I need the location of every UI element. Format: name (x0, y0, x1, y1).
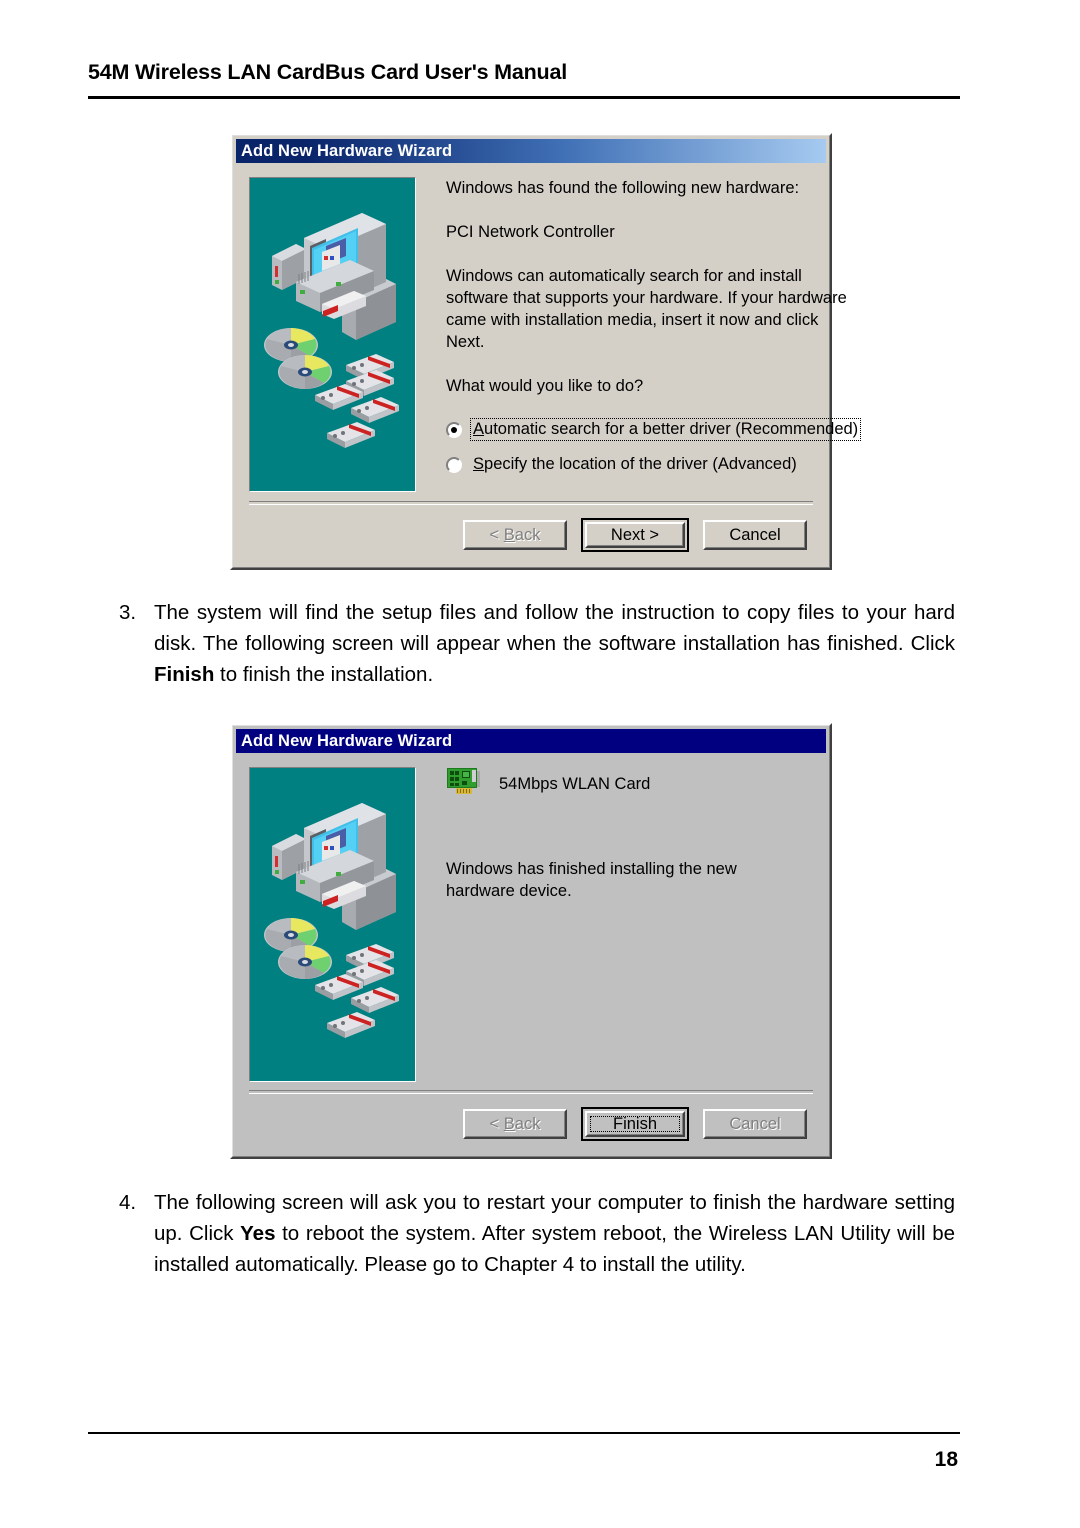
step-4-number: 4. (119, 1191, 137, 1214)
back-rest: ack (514, 525, 541, 544)
radio-specify-location-label: Specify the location of the driver (Adva… (471, 454, 799, 475)
step-3-number: 3. (119, 601, 137, 624)
dialog-1-titlebar[interactable]: Add New Hardware Wizard (236, 139, 826, 163)
accel-char: S (473, 455, 485, 473)
dialog-inner-frame: Add New Hardware Wizard (232, 725, 830, 1157)
add-new-hardware-wizard-dialog-1[interactable]: Add New Hardware Wizard Windows has foun… (230, 133, 862, 570)
label-rest: pecify the location of the driver (Advan… (484, 455, 797, 473)
dialog-1-content: Windows has found the following new hard… (416, 177, 876, 501)
dialog-2-content: 54Mbps WLAN Card Windows has finished in… (416, 767, 826, 1090)
accel-char: B (503, 525, 515, 544)
wizard-illustration-panel (249, 177, 416, 492)
label-rest: utomatic search for a better driver (Rec… (484, 420, 859, 438)
next-button-default-frame: Next > (581, 518, 689, 552)
cancel-button[interactable]: Cancel (703, 1109, 807, 1139)
accel-char: A (473, 420, 485, 438)
radio-specify-location[interactable]: Specify the location of the driver (Adva… (446, 454, 860, 475)
installed-device-row: 54Mbps WLAN Card (446, 767, 810, 802)
step-3-bold-term: Finish (154, 663, 215, 686)
back-prefix: < (489, 525, 504, 544)
wizard-illustration-panel (249, 767, 416, 1082)
pci-card-icon (446, 767, 482, 802)
cancel-button[interactable]: Cancel (703, 520, 807, 550)
add-new-hardware-wizard-dialog-2[interactable]: Add New Hardware Wizard 54Mbps WLAN Card… (230, 723, 832, 1159)
dialog-2-button-bar: < Back Finish Cancel (236, 1094, 826, 1153)
computer-and-media-illustration (250, 768, 415, 1081)
step-3-text: The system will find the setup files and… (154, 597, 955, 690)
dialog-2-title-text: Add New Hardware Wizard (241, 731, 453, 750)
back-button[interactable]: < Back (463, 520, 567, 550)
pci-card-icon-svg (447, 768, 480, 794)
dialog-1-heading: Windows has found the following new hard… (446, 179, 800, 197)
cancel-button-label: Cancel (729, 525, 781, 544)
step-3-paragraph: 3. The system will find the setup files … (110, 597, 955, 690)
dialog-1-button-bar: < Back Next > Cancel (236, 505, 826, 564)
footer-divider (88, 1432, 960, 1434)
page-header: 54M Wireless LAN CardBus Card User's Man… (88, 60, 960, 99)
dialog-1-body: Windows has found the following new hard… (236, 163, 862, 564)
dialog-2-body-paragraph: Windows has finished installing the new … (446, 860, 737, 900)
dialog-2-device-name: 54Mbps WLAN Card (499, 775, 651, 793)
finish-button-label: Finish (612, 1114, 657, 1133)
step-3-text-part1: The system will find the setup files and… (154, 601, 955, 655)
back-button-label: < Back (490, 526, 541, 545)
step-3-text-part2: to finish the installation. (214, 663, 434, 686)
dialog-1-upper-area: Windows has found the following new hard… (236, 163, 862, 501)
back-rest: ack (514, 1114, 541, 1133)
finish-button-default-frame: Finish (581, 1107, 689, 1141)
step-4-paragraph: 4. The following screen will ask you to … (110, 1187, 955, 1280)
radio-automatic-search-label: Automatic search for a better driver (Re… (469, 418, 862, 441)
back-prefix: < (489, 1114, 504, 1133)
dialog-inner-frame: Add New Hardware Wizard (232, 135, 862, 568)
dialog-2-body: 54Mbps WLAN Card Windows has finished in… (236, 753, 826, 1153)
radio-button-unselected-icon[interactable] (446, 456, 462, 473)
dialog-1-device-name: PCI Network Controller (446, 223, 615, 241)
next-button-label: Next > (610, 525, 660, 544)
radio-automatic-search[interactable]: Automatic search for a better driver (Re… (446, 418, 862, 441)
radio-button-selected-icon[interactable] (446, 421, 462, 438)
header-divider (88, 96, 960, 99)
back-button-label: < Back (490, 1115, 541, 1134)
computer-and-media-illustration (250, 178, 415, 491)
dialog-1-body-paragraph: Windows can automatically search for and… (446, 267, 847, 351)
page-title: 54M Wireless LAN CardBus Card User's Man… (88, 60, 568, 84)
page-number: 18 (934, 1448, 958, 1471)
dialog-2-titlebar[interactable]: Add New Hardware Wizard (236, 729, 826, 753)
step-4-bold-term: Yes (240, 1222, 276, 1245)
cancel-button-label: Cancel (729, 1114, 781, 1133)
accel-char: B (503, 1114, 515, 1133)
dialog-2-upper-area: 54Mbps WLAN Card Windows has finished in… (236, 753, 826, 1090)
dialog-1-title-text: Add New Hardware Wizard (241, 141, 453, 160)
back-button[interactable]: < Back (463, 1109, 567, 1139)
finish-button[interactable]: Finish (585, 1111, 685, 1137)
step-4-text: The following screen will ask you to res… (154, 1187, 955, 1280)
page-footer: 18 (88, 1432, 960, 1472)
dialog-1-question: What would you like to do? (446, 377, 644, 395)
next-button[interactable]: Next > (585, 522, 685, 548)
